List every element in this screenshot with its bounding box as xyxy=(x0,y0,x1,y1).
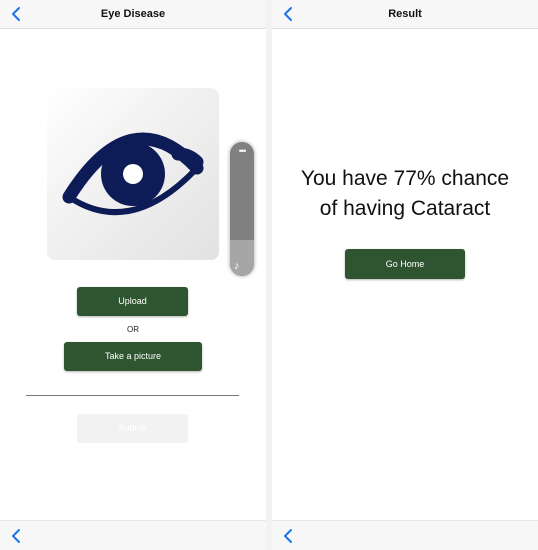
bottom-nav-bar xyxy=(0,520,266,550)
result-screen: Result You have 77% chance of having Cat… xyxy=(272,0,538,550)
top-nav-bar: Result xyxy=(272,0,538,29)
upload-button[interactable]: Upload xyxy=(77,287,188,316)
page-title: Result xyxy=(388,8,422,20)
floating-assistive-menu[interactable]: ••• ♪ xyxy=(230,142,254,276)
music-note-icon: ♪ xyxy=(234,260,240,272)
bottom-back-button[interactable] xyxy=(278,525,300,547)
submit-button[interactable]: Submit xyxy=(77,414,188,443)
bottom-back-button[interactable] xyxy=(6,525,28,547)
result-text: You have 77% chance of having Cataract xyxy=(272,164,538,224)
chevron-left-icon xyxy=(12,529,20,543)
bottom-nav-bar xyxy=(272,520,538,550)
or-separator: OR xyxy=(127,325,139,334)
more-icon: ••• xyxy=(238,146,246,156)
eye-disease-screen: Eye Disease Upload OR Take a picture Sub… xyxy=(0,0,266,550)
result-line-1: You have 77% chance xyxy=(300,167,510,190)
result-line-2: of having Cataract xyxy=(319,197,491,220)
take-picture-button[interactable]: Take a picture xyxy=(64,342,202,371)
chevron-left-icon xyxy=(284,529,292,543)
eye-icon xyxy=(62,132,204,216)
divider-line xyxy=(26,395,239,396)
go-home-button[interactable]: Go Home xyxy=(345,249,465,279)
eye-logo-card xyxy=(47,88,219,260)
page-title: Eye Disease xyxy=(100,8,166,20)
top-nav-bar: Eye Disease xyxy=(0,0,266,29)
